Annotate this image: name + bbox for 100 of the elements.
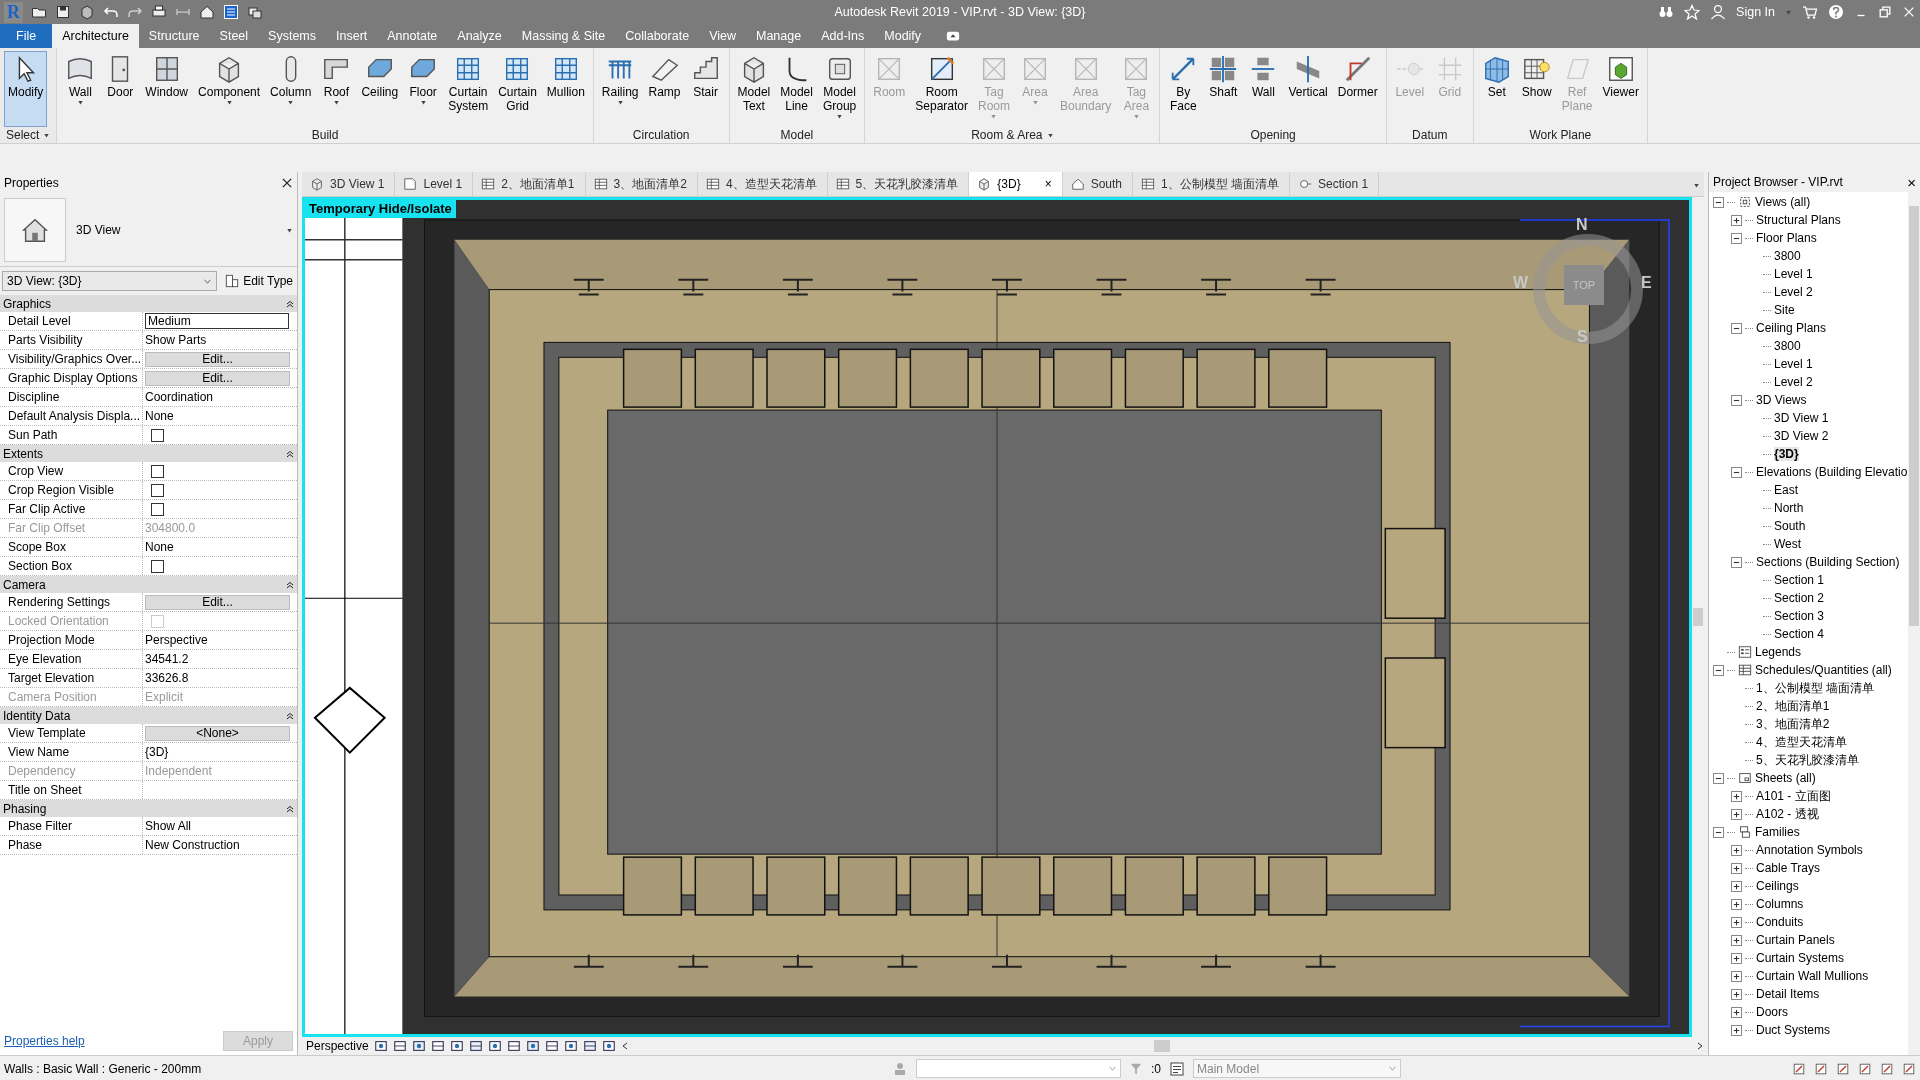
expand-toggle[interactable] — [1731, 214, 1742, 226]
expand-toggle[interactable] — [1731, 970, 1742, 982]
collapse-icon[interactable] — [286, 580, 294, 589]
document-tab[interactable]: South — [1062, 172, 1133, 196]
collapse-icon[interactable] — [286, 711, 294, 720]
ribbon-tool-button[interactable]: Component — [194, 51, 265, 127]
render-icon[interactable] — [468, 1039, 483, 1054]
editing-requests-icon[interactable] — [1169, 1060, 1185, 1077]
tree-item[interactable]: {3D} — [1774, 447, 1799, 461]
section-header[interactable]: Camera — [3, 577, 46, 592]
property-checkbox[interactable] — [151, 483, 164, 497]
collapse-toggle[interactable] — [1713, 826, 1724, 838]
ribbon-tool-button[interactable]: Wall — [61, 51, 100, 127]
shadows-icon[interactable] — [449, 1039, 464, 1054]
tree-item[interactable]: Doors — [1756, 1005, 1788, 1019]
close-tab-button[interactable]: × — [1044, 177, 1052, 191]
restore-icon[interactable] — [1878, 5, 1892, 19]
tree-item[interactable]: A102 - 透视 — [1756, 805, 1819, 823]
home-icon[interactable] — [199, 4, 215, 20]
property-field[interactable]: Medium — [145, 313, 289, 329]
redo-icon[interactable] — [127, 4, 143, 20]
collapse-icon[interactable] — [286, 299, 294, 308]
panel-label[interactable]: Select — [6, 128, 40, 142]
expand-toggle[interactable] — [1731, 934, 1742, 946]
tree-item[interactable]: Floor Plans — [1756, 231, 1817, 245]
type-name[interactable]: 3D View — [76, 223, 121, 237]
pinned-icon[interactable] — [1836, 1061, 1850, 1076]
expand-toggle[interactable] — [1731, 808, 1742, 820]
compass-direction-label[interactable]: E — [1641, 274, 1652, 292]
sun-path-icon[interactable] — [430, 1039, 445, 1054]
print-icon[interactable] — [151, 4, 167, 20]
tree-item[interactable]: 3、地面清单2 — [1756, 715, 1830, 733]
ribbon-tab[interactable]: Steel — [209, 24, 259, 48]
ribbon-tool-button[interactable]: Modify — [4, 51, 48, 127]
document-tab[interactable]: 3D View 1 — [302, 172, 396, 196]
ribbon-tool-button[interactable]: Shaft — [1204, 51, 1243, 127]
tree-item[interactable]: Curtain Wall Mullions — [1756, 969, 1869, 983]
ribbon-tool-button[interactable]: Viewer — [1598, 51, 1643, 127]
tree-item[interactable]: 1、公制模型 墙面清单 — [1756, 679, 1874, 697]
ribbon-tab[interactable]: Structure — [138, 24, 210, 48]
property-checkbox[interactable] — [151, 559, 164, 573]
ribbon-tool-button[interactable]: By Face — [1164, 51, 1203, 127]
expand-toggle[interactable] — [1731, 952, 1742, 964]
tree-item[interactable]: Site — [1774, 303, 1795, 317]
panel-label[interactable]: Room & Area — [971, 128, 1043, 142]
visual-style-icon[interactable] — [411, 1039, 426, 1054]
tree-item[interactable]: Ceiling Plans — [1756, 321, 1827, 335]
property-edit-button[interactable]: Edit... — [145, 370, 290, 386]
tree-item[interactable]: Section 4 — [1774, 627, 1825, 641]
tree-item[interactable]: 3D Views — [1756, 393, 1807, 407]
document-tab[interactable]: 3、地面清单2 — [585, 172, 698, 196]
expand-toggle[interactable] — [1731, 790, 1742, 802]
collapse-toggle[interactable] — [1731, 556, 1742, 568]
ribbon-tool-button[interactable]: Dormer — [1333, 51, 1382, 127]
undo-icon[interactable] — [103, 4, 119, 20]
property-edit-button[interactable]: Edit... — [145, 351, 290, 367]
binoculars-icon[interactable] — [1658, 4, 1675, 20]
ribbon-tool-button[interactable]: Wall — [1244, 51, 1283, 127]
ribbon-tab[interactable]: Add-Ins — [811, 24, 875, 48]
tree-item[interactable]: Curtain Systems — [1756, 951, 1845, 965]
ribbon-tab[interactable]: Systems — [258, 24, 326, 48]
tree-item[interactable]: Section 1 — [1774, 573, 1825, 587]
ribbon-tool-button[interactable]: Railing — [597, 51, 643, 127]
section-header[interactable]: Extents — [3, 446, 44, 461]
tree-item[interactable]: 5、天花乳胶漆清单 — [1756, 751, 1859, 769]
tree-item[interactable]: Section 2 — [1774, 591, 1825, 605]
document-tab[interactable]: 4、造型天花清单 — [697, 172, 828, 196]
drag-icon[interactable] — [1880, 1061, 1894, 1076]
thin-lines-icon[interactable] — [223, 4, 239, 20]
workset-icon[interactable] — [582, 1039, 597, 1054]
save-icon[interactable] — [55, 4, 71, 20]
document-tab[interactable]: {3D} × — [969, 172, 1063, 196]
section-header[interactable]: Phasing — [3, 801, 47, 816]
filter-icon[interactable] — [1902, 1061, 1916, 1076]
expand-toggle[interactable] — [1731, 1006, 1742, 1018]
tree-item[interactable]: Detail Items — [1756, 987, 1820, 1001]
crop-region-icon[interactable] — [506, 1039, 521, 1054]
hide-icon[interactable] — [544, 1039, 559, 1054]
document-tab[interactable]: 2、地面清单1 — [473, 172, 586, 196]
tree-item[interactable]: Sections (Building Section) — [1756, 555, 1900, 569]
tree-item[interactable]: Families — [1755, 825, 1800, 839]
collapse-toggle[interactable] — [1713, 664, 1724, 676]
property-edit-button[interactable]: Edit... — [145, 594, 290, 610]
document-tab[interactable]: Section 1 — [1290, 172, 1380, 196]
projection-mode-label[interactable]: Perspective — [306, 1039, 369, 1054]
star-icon[interactable] — [1684, 4, 1701, 20]
edit-type-button[interactable]: Edit Type — [223, 274, 295, 288]
tree-item[interactable]: Level 2 — [1774, 375, 1813, 389]
tree-item[interactable]: Structural Plans — [1756, 213, 1841, 227]
select-by-face-icon[interactable] — [1858, 1061, 1872, 1076]
help-icon[interactable] — [1828, 4, 1844, 20]
switch-windows-icon[interactable] — [247, 4, 263, 20]
ribbon-tab[interactable]: Massing & Site — [511, 24, 616, 48]
collapse-icon[interactable] — [286, 804, 294, 813]
tree-item[interactable]: South — [1774, 519, 1806, 533]
tree-item[interactable]: Legends — [1755, 645, 1802, 659]
highlight-icon[interactable] — [601, 1039, 616, 1054]
ribbon-tool-button[interactable]: Column — [266, 51, 316, 127]
collapse-toggle[interactable] — [1731, 394, 1742, 406]
tree-item[interactable]: 3800 — [1774, 339, 1801, 353]
